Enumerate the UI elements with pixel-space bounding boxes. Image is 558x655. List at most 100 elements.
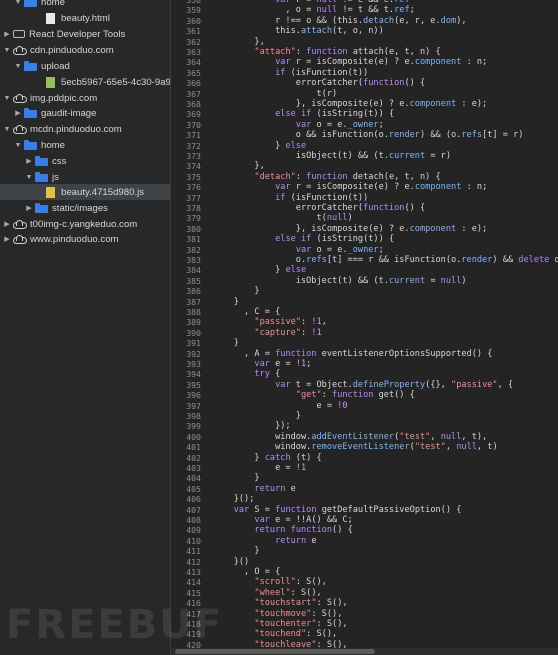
expand-arrow-icon[interactable]: ▼ <box>25 174 33 181</box>
code-line[interactable]: } <box>213 286 259 296</box>
code-line[interactable]: var t = Object.defineProperty({}, "passi… <box>213 380 513 390</box>
code-line[interactable]: var e = !!A() && C; <box>213 515 352 525</box>
expand-arrow-icon[interactable]: ▼ <box>14 63 22 70</box>
code-line[interactable]: , o = null != t && t.ref; <box>213 5 414 15</box>
code-line[interactable]: return e <box>213 536 316 546</box>
tree-item[interactable]: ▼ cdn.pinduoduo.com <box>0 42 170 58</box>
code-line[interactable]: window.addEventListener("test", null, t)… <box>213 432 487 442</box>
code-line[interactable]: } <box>213 411 301 421</box>
code-line[interactable]: var e = !1; <box>213 359 311 369</box>
code-line[interactable]: return function() { <box>213 525 352 535</box>
code-line[interactable]: } catch (t) { <box>213 453 321 463</box>
code-line[interactable]: } <box>213 546 259 556</box>
collapse-arrow-icon[interactable]: ▶ <box>25 157 33 165</box>
code-line[interactable]: , O = { <box>213 567 280 577</box>
code-line[interactable]: errorCatcher(function() { <box>213 203 425 213</box>
code-line[interactable]: "capture": !1 <box>213 328 321 338</box>
code-line[interactable]: if (isFunction(t)) <box>213 68 368 78</box>
code-area[interactable]: var r = null != e && e.ref , o = null !=… <box>213 0 558 648</box>
code-line[interactable]: "scroll": S(), <box>213 577 326 587</box>
code-line[interactable]: o.refs[t] === r && isFunction(o.render) … <box>213 255 558 265</box>
expand-arrow-icon[interactable]: ▼ <box>3 47 11 54</box>
code-line[interactable]: } else <box>213 265 306 275</box>
code-line[interactable]: "touchstart": S(), <box>213 598 347 608</box>
expand-arrow-icon[interactable]: ▼ <box>14 0 22 6</box>
collapse-arrow-icon[interactable]: ▶ <box>25 204 33 212</box>
code-line[interactable]: "get": function get() { <box>213 390 415 400</box>
tree-item[interactable]: ▶beauty.4715d980.js <box>0 184 170 200</box>
code-line[interactable]: e = !1 <box>213 463 306 473</box>
code-line[interactable]: "touchmove": S(), <box>213 609 342 619</box>
code-line[interactable]: t(null) <box>213 213 352 223</box>
code-line[interactable]: isObject(t) && (t.current = r) <box>213 151 451 161</box>
code-line[interactable]: } <box>213 473 259 483</box>
collapse-arrow-icon[interactable]: ▶ <box>3 30 11 38</box>
tree-item[interactable]: ▶ React Developer Tools <box>0 26 170 42</box>
code-line[interactable]: "detach": function detach(e, t, n) { <box>213 172 440 182</box>
code-line[interactable]: if (isFunction(t)) <box>213 193 368 203</box>
code-line[interactable]: this.attach(t, o, n)) <box>213 26 384 36</box>
tree-item[interactable]: ▶ t00img-c.yangkeduo.com <box>0 216 170 232</box>
code-line[interactable]: }, isComposite(e) ? e.component : e); <box>213 99 487 109</box>
collapse-arrow-icon[interactable]: ▶ <box>3 235 11 243</box>
code-line[interactable]: } else <box>213 141 306 151</box>
code-line[interactable]: }, <box>213 37 264 47</box>
code-line[interactable]: var o = e._owner; <box>213 120 384 130</box>
code-line[interactable]: r !== o && (this.detach(e, r, e.dom), <box>213 16 466 26</box>
tree-item[interactable]: ▶ static/images <box>0 200 170 216</box>
tree-item[interactable]: ▶beauty.html <box>0 10 170 26</box>
tree-item[interactable]: ▶ www.pinduoduo.com <box>0 231 170 247</box>
tree-item[interactable]: ▼ home <box>0 0 170 10</box>
code-line[interactable]: var r = isComposite(e) ? e.component : n… <box>213 182 487 192</box>
code-line[interactable]: isObject(t) && (t.current = null) <box>213 276 467 286</box>
code-line[interactable]: "touchend": S(), <box>213 629 337 639</box>
tree-item-label: gaudit-image <box>41 107 97 119</box>
tree-item[interactable]: ▼ img.pddpic.com <box>0 90 170 106</box>
code-line[interactable]: }, <box>213 161 264 171</box>
line-number: 411 <box>186 546 201 557</box>
collapse-arrow-icon[interactable]: ▶ <box>14 109 22 117</box>
scrollbar-thumb[interactable] <box>175 649 375 654</box>
tree-item[interactable]: ▶ css <box>0 153 170 169</box>
code-line[interactable]: }() <box>213 557 250 567</box>
code-line[interactable]: e = !0 <box>213 401 347 411</box>
tree-item[interactable]: ▼ upload <box>0 58 170 74</box>
tree-item[interactable]: ▼ mcdn.pinduoduo.com <box>0 121 170 137</box>
code-line[interactable]: return e <box>213 484 295 494</box>
expand-arrow-icon[interactable]: ▼ <box>14 142 22 149</box>
code-line[interactable]: errorCatcher(function() { <box>213 78 425 88</box>
code-line[interactable]: } <box>213 297 239 307</box>
code-line[interactable]: var o = e._owner; <box>213 245 384 255</box>
code-line[interactable]: }); <box>213 421 291 431</box>
code-line[interactable]: "passive": !1, <box>213 317 326 327</box>
code-line[interactable]: }, isComposite(e) ? e.component : e); <box>213 224 487 234</box>
code-line[interactable]: "touchenter": S(), <box>213 619 347 629</box>
code-line[interactable]: t(r) <box>213 89 337 99</box>
tree-item[interactable]: ▼ home <box>0 137 170 153</box>
code-line[interactable]: "touchleave": S(), <box>213 640 347 648</box>
expand-arrow-icon[interactable]: ▼ <box>3 95 11 102</box>
code-line[interactable]: else if (isString(t)) { <box>213 234 394 244</box>
code-line[interactable]: window.removeEventListener("test", null,… <box>213 442 498 452</box>
code-line[interactable]: var S = function getDefaultPassiveOption… <box>213 505 462 515</box>
source-editor[interactable]: 358 359 360 361 362 363 364 365 366 367 368 369 370 3… <box>171 0 558 648</box>
code-line[interactable]: try { <box>213 369 280 379</box>
expand-arrow-icon[interactable]: ▼ <box>3 126 11 133</box>
code-line[interactable]: } <box>213 338 239 348</box>
code-line[interactable]: , A = function eventListenerOptionsSuppo… <box>213 349 492 359</box>
code-line[interactable]: var r = isComposite(e) ? e.component : n… <box>213 57 487 67</box>
line-number: 390 <box>186 327 201 338</box>
code-line[interactable]: o && isFunction(o.render) && (o.refs[t] … <box>213 130 524 140</box>
tree-item[interactable]: ▶ gaudit-image <box>0 105 170 121</box>
tree-item[interactable]: ▶5ecb5967-65e5-4c30-9a94- <box>0 74 170 90</box>
horizontal-scrollbar[interactable] <box>171 648 558 655</box>
collapse-arrow-icon[interactable]: ▶ <box>3 220 11 228</box>
code-line[interactable]: , C = { <box>213 307 280 317</box>
code-line[interactable]: else if (isString(t)) { <box>213 109 394 119</box>
file-navigator: ▼home▶beauty.html▶React Developer Tools▼… <box>0 0 171 655</box>
code-line[interactable]: "wheel": S(), <box>213 588 321 598</box>
tree-item[interactable]: ▼ js <box>0 169 170 185</box>
code-line[interactable]: "attach": function attach(e, t, n) { <box>213 47 440 57</box>
line-number: 407 <box>186 504 201 515</box>
code-line[interactable]: }(); <box>213 494 255 504</box>
